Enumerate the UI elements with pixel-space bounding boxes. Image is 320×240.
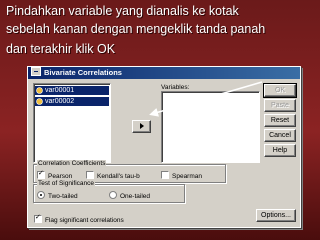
spearman-checkbox[interactable]: Spearman (161, 171, 202, 181)
checkbox-box (37, 171, 45, 179)
radio-label: One-tailed (120, 193, 150, 200)
checkbox-label: Spearman (172, 173, 202, 180)
instruction-caption: Pindahkan variable yang dianalis ke kota… (6, 2, 312, 58)
radio-circle (109, 191, 117, 199)
paste-button[interactable]: Paste (264, 99, 296, 112)
radio-circle (37, 191, 45, 199)
checkbox-label: Pearson (48, 173, 73, 180)
variable-name: var00002 (45, 98, 75, 105)
variables-label: Variables: (161, 84, 190, 91)
checkbox-box (161, 171, 169, 179)
bivariate-correlations-dialog: Bivariate Correlations var00001 var00002… (27, 66, 301, 228)
app-icon (31, 67, 41, 76)
caption-line-2: sebelah kanan dengan mengeklik tanda pan… (6, 22, 266, 36)
test-of-significance-group: Test of Significance Two-tailed One-tail… (33, 180, 185, 203)
checkbox-box (86, 171, 94, 179)
checkbox-label: Kendall's tau-b (97, 173, 140, 180)
one-tailed-radio[interactable]: One-tailed (109, 191, 150, 201)
options-button[interactable]: Options... (256, 209, 296, 222)
group-legend: Test of Significance (37, 180, 96, 188)
checkbox-label: Flag significant correlations (45, 217, 124, 224)
variable-icon (36, 87, 43, 94)
ok-button[interactable]: OK (263, 83, 297, 98)
source-variable-list[interactable]: var00001 var00002 (33, 83, 111, 163)
variable-item[interactable]: var00002 (35, 97, 109, 106)
dialog-title: Bivariate Correlations (44, 68, 122, 77)
reset-button[interactable]: Reset (264, 114, 296, 127)
flag-significant-checkbox[interactable]: Flag significant correlations (34, 215, 124, 225)
checkbox-box (34, 215, 42, 223)
move-variable-button[interactable] (132, 120, 151, 133)
right-arrow-icon (139, 123, 144, 130)
variable-name: var00001 (45, 87, 75, 94)
radio-label: Two-tailed (48, 193, 78, 200)
caption-line-3: dan terakhir klik OK (6, 42, 116, 56)
caption-line-1: Pindahkan variable yang dianalis ke kota… (6, 4, 239, 18)
variable-item[interactable]: var00001 (35, 86, 109, 95)
two-tailed-radio[interactable]: Two-tailed (37, 191, 78, 201)
target-variable-list[interactable] (161, 91, 260, 163)
group-legend: Correlation Coefficients (37, 160, 107, 168)
variable-icon (36, 98, 43, 105)
dialog-titlebar[interactable]: Bivariate Correlations (28, 67, 300, 79)
help-button[interactable]: Help (264, 144, 296, 157)
cancel-button[interactable]: Cancel (264, 129, 296, 142)
